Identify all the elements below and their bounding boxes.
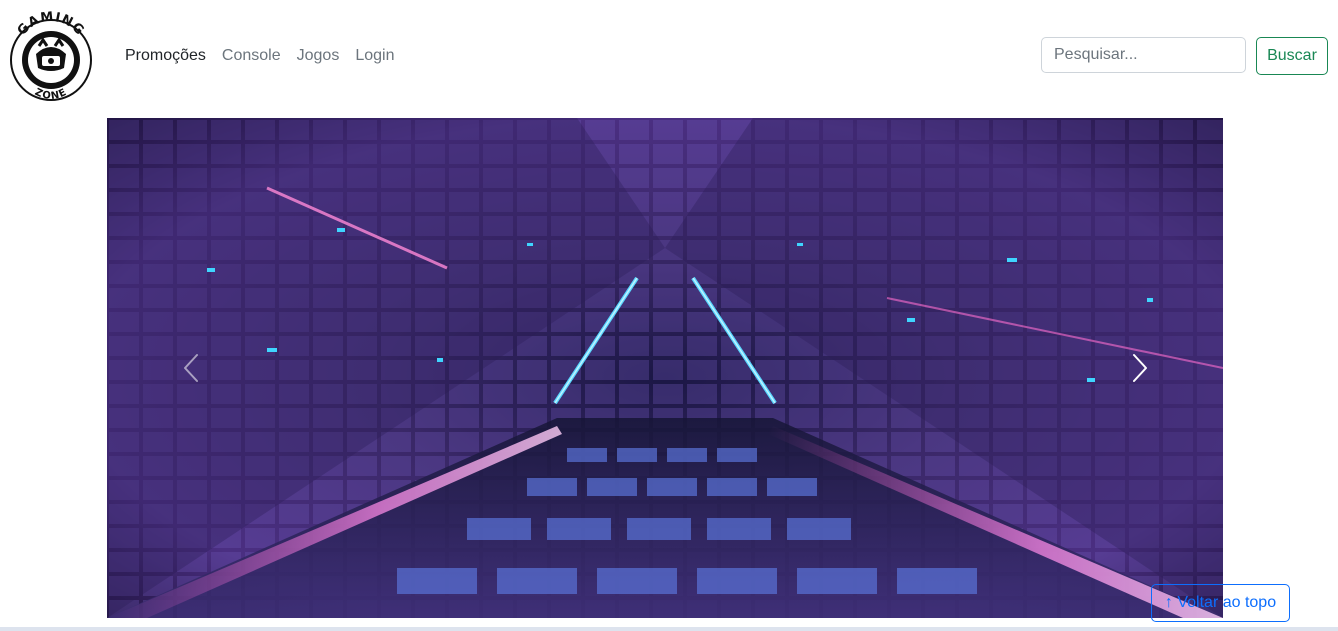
chevron-left-icon	[183, 354, 198, 382]
back-to-top-button[interactable]: ↑ Voltar ao topo	[1151, 584, 1290, 622]
navbar: GAMING ZONE Promoções Console Jogos Logi…	[0, 0, 1338, 112]
nav-item-console[interactable]: Console	[222, 45, 281, 67]
chevron-right-icon	[1132, 354, 1147, 382]
gaming-zone-logo[interactable]: GAMING ZONE	[6, 10, 96, 102]
nav-item-promocoes[interactable]: Promoções	[125, 45, 206, 67]
bottom-divider	[0, 627, 1338, 631]
search-button[interactable]: Buscar	[1256, 37, 1328, 75]
nav-item-jogos[interactable]: Jogos	[297, 45, 340, 67]
nav-links: Promoções Console Jogos Login	[125, 45, 394, 67]
nav-item-login[interactable]: Login	[355, 45, 394, 67]
carousel-next-button[interactable]	[1056, 118, 1223, 618]
search-input[interactable]	[1041, 37, 1246, 73]
hero-carousel	[107, 118, 1223, 618]
carousel-prev-button[interactable]	[107, 118, 274, 618]
